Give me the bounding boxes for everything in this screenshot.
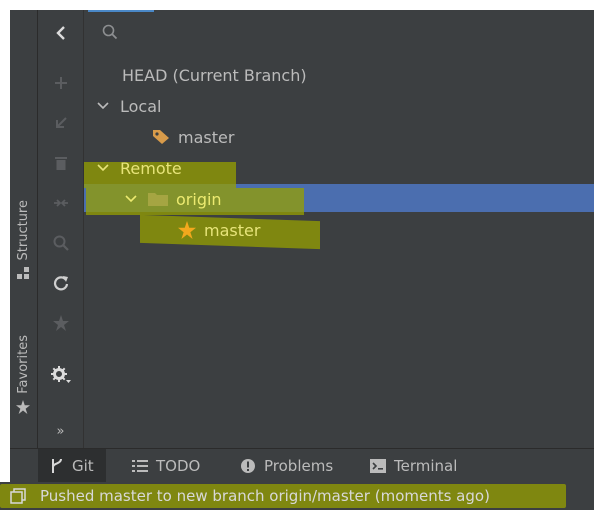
- favorites-tab[interactable]: Favorites: [12, 335, 34, 414]
- search-icon: [102, 24, 118, 44]
- left-tool-strip: Structure Favorites: [10, 10, 38, 448]
- chevron-down-icon[interactable]: [96, 99, 110, 113]
- tree-node-label: master: [178, 127, 235, 147]
- star-outline-icon: [52, 315, 69, 331]
- more-actions-button[interactable]: »: [38, 414, 83, 448]
- branches-tree-panel: HEAD (Current Branch) Local master Remot…: [84, 10, 594, 448]
- tag-icon: [152, 129, 170, 145]
- tab-git-label: Git: [72, 457, 94, 475]
- compare-icon: [53, 196, 69, 210]
- refresh-button[interactable]: [38, 266, 83, 300]
- chevron-down-icon[interactable]: [96, 161, 110, 175]
- terminal-icon: [370, 459, 386, 473]
- status-message[interactable]: Pushed master to new branch origin/maste…: [10, 482, 490, 510]
- tree-node-remote-master[interactable]: master: [178, 215, 260, 245]
- structure-tab[interactable]: Structure: [12, 200, 34, 280]
- tool-windows-icon[interactable]: [10, 488, 26, 504]
- find-button[interactable]: [38, 226, 83, 260]
- tree-node-label: origin: [176, 189, 222, 209]
- tree-node-head[interactable]: HEAD (Current Branch): [122, 60, 307, 90]
- mark-favorite-button[interactable]: [38, 306, 83, 340]
- tree-node-label: HEAD (Current Branch): [122, 65, 307, 85]
- chevron-left-icon: [55, 25, 67, 41]
- tab-problems-label: Problems: [264, 457, 334, 475]
- refresh-icon: [53, 275, 69, 291]
- problems-icon: [240, 458, 256, 474]
- checkout-arrow-icon: [54, 116, 68, 130]
- folder-icon: [148, 192, 168, 206]
- tab-todo-label: TODO: [156, 457, 201, 475]
- tool-window-bar: Git TODO Problems Terminal: [10, 448, 594, 483]
- tab-todo[interactable]: TODO: [132, 449, 200, 483]
- git-branches-toolbar: »: [38, 10, 84, 448]
- more-icon: »: [56, 423, 65, 439]
- tree-node-origin[interactable]: origin: [124, 184, 222, 214]
- tab-terminal-label: Terminal: [394, 457, 458, 475]
- list-icon: [132, 460, 148, 472]
- tree-node-label: Local: [120, 96, 162, 116]
- collapse-button[interactable]: [38, 16, 83, 50]
- tab-terminal[interactable]: Terminal: [370, 449, 457, 483]
- git-branch-icon: [50, 458, 64, 474]
- tree-node-local-master[interactable]: master: [152, 122, 234, 152]
- tab-problems[interactable]: Problems: [240, 449, 333, 483]
- add-icon: [54, 76, 68, 90]
- tab-git[interactable]: Git: [38, 449, 106, 483]
- branch-search[interactable]: [84, 10, 594, 54]
- favorites-tab-label: Favorites: [15, 335, 31, 394]
- tree-node-label: master: [204, 220, 261, 240]
- compare-button[interactable]: [38, 186, 83, 220]
- trash-icon: [54, 155, 68, 171]
- structure-tab-label: Structure: [15, 200, 31, 261]
- add-branch-button[interactable]: [38, 66, 83, 100]
- checkout-button[interactable]: [38, 106, 83, 140]
- tree-node-local[interactable]: Local: [96, 91, 161, 121]
- search-icon: [53, 235, 69, 251]
- focus-accent: [88, 10, 154, 12]
- gear-icon: [50, 366, 71, 384]
- chevron-down-icon[interactable]: [124, 192, 138, 206]
- status-message-text: Pushed master to new branch origin/maste…: [40, 487, 490, 505]
- tree-node-label: Remote: [120, 158, 182, 178]
- settings-button[interactable]: [38, 358, 83, 392]
- tree-node-remote[interactable]: Remote: [96, 153, 182, 183]
- structure-icon: [16, 266, 30, 280]
- star-icon: [16, 399, 30, 414]
- delete-branch-button[interactable]: [38, 146, 83, 180]
- star-icon: [178, 221, 196, 239]
